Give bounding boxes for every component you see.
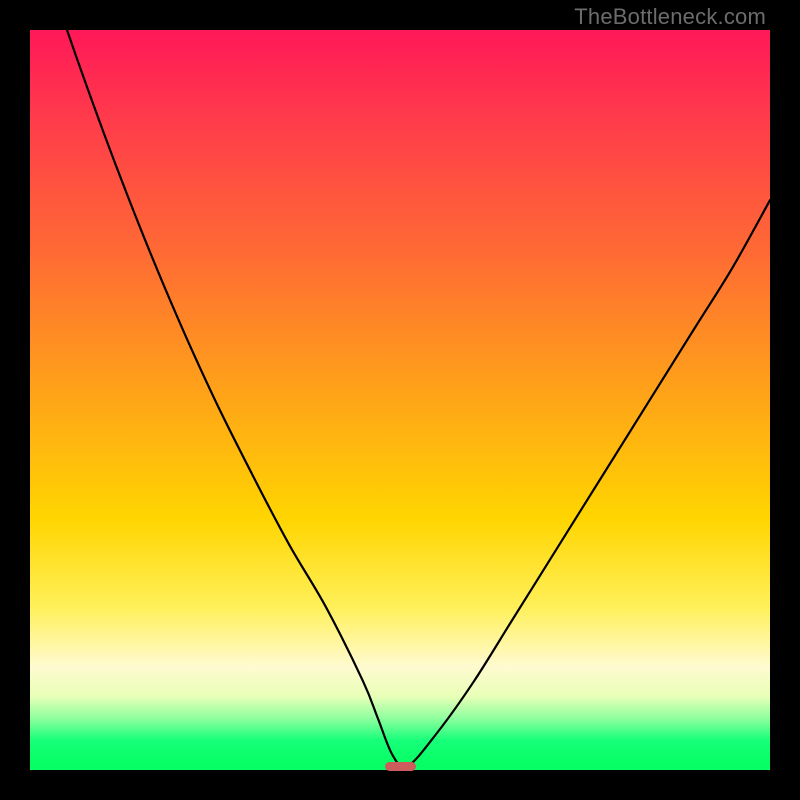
watermark-text: TheBottleneck.com bbox=[574, 4, 766, 30]
chart-frame: TheBottleneck.com bbox=[0, 0, 800, 800]
optimal-marker bbox=[385, 762, 416, 771]
curve-path bbox=[30, 30, 770, 767]
plot-area bbox=[30, 30, 770, 770]
bottleneck-curve bbox=[30, 30, 770, 770]
